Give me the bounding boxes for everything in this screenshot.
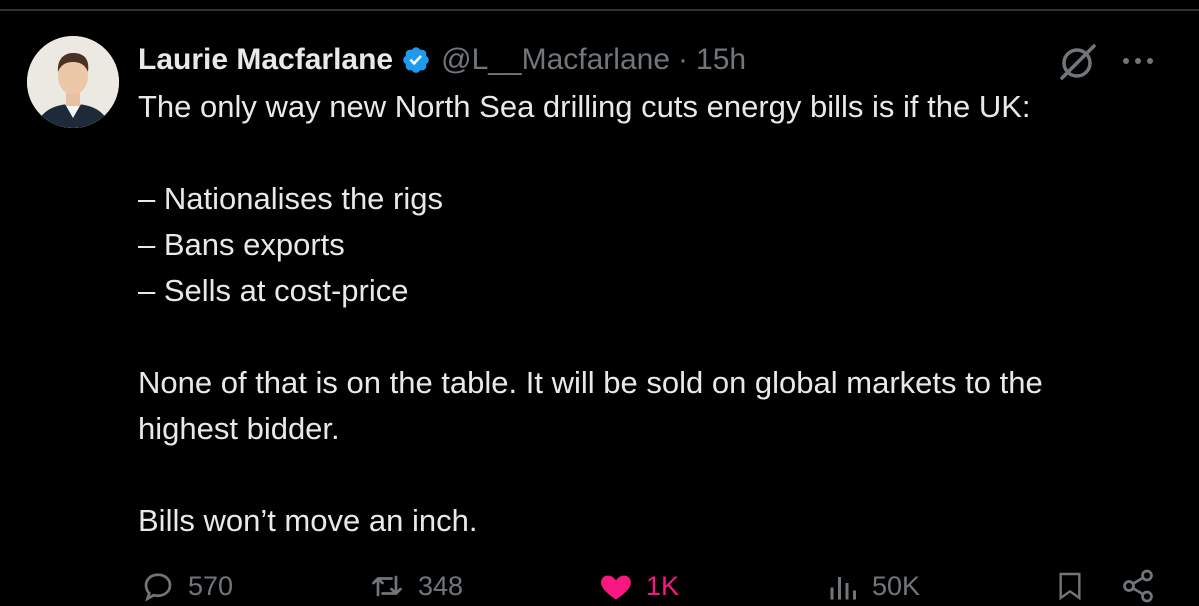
share-button[interactable] [1118,566,1168,606]
views-count: 50K [872,570,921,601]
retweet-count: 348 [418,570,464,601]
timestamp[interactable]: 15h [696,43,746,77]
reply-count: 570 [188,570,234,601]
tweet-line: The only way new North Sea drilling cuts… [138,89,1031,124]
tweet-text: The only way new North Sea drilling cuts… [138,84,1178,544]
retweet-icon [372,575,402,597]
action-bar: 570 348 1K 50K [0,566,1199,606]
author-name[interactable]: Laurie Macfarlane [138,43,393,77]
heart-icon [601,575,631,600]
like-button[interactable]: 1K [596,566,679,606]
like-count: 1K [646,570,680,601]
avatar[interactable] [27,36,119,128]
separator-dot: · [678,43,689,76]
tweet-line: None of that is on the table. It will be… [138,365,1043,400]
top-divider [0,9,1199,11]
grok-icon[interactable] [1056,42,1100,82]
more-icon[interactable] [1118,50,1158,72]
bookmark-button[interactable] [1054,566,1096,606]
views-button[interactable]: 50K [826,566,920,606]
author-handle[interactable]: @L__Macfarlane [441,43,670,77]
share-icon [1123,569,1153,603]
reply-icon [144,573,172,602]
tweet-bullet: – Nationalises the rigs [138,181,443,216]
reply-button[interactable]: 570 [138,566,233,606]
tweet-header: Laurie Macfarlane @L__Macfarlane · 15h [138,40,746,80]
tweet-line: Bills won’t move an inch. [138,503,478,538]
tweet-bullet: – Bans exports [138,227,345,262]
bookmark-icon [1059,572,1081,601]
tweet-bullet: – Sells at cost-price [138,273,409,308]
avatar-image [27,36,119,128]
views-icon [830,577,856,600]
verified-badge-icon [401,45,431,75]
retweet-button[interactable]: 348 [366,566,463,606]
tweet-line: highest bidder. [138,411,340,446]
